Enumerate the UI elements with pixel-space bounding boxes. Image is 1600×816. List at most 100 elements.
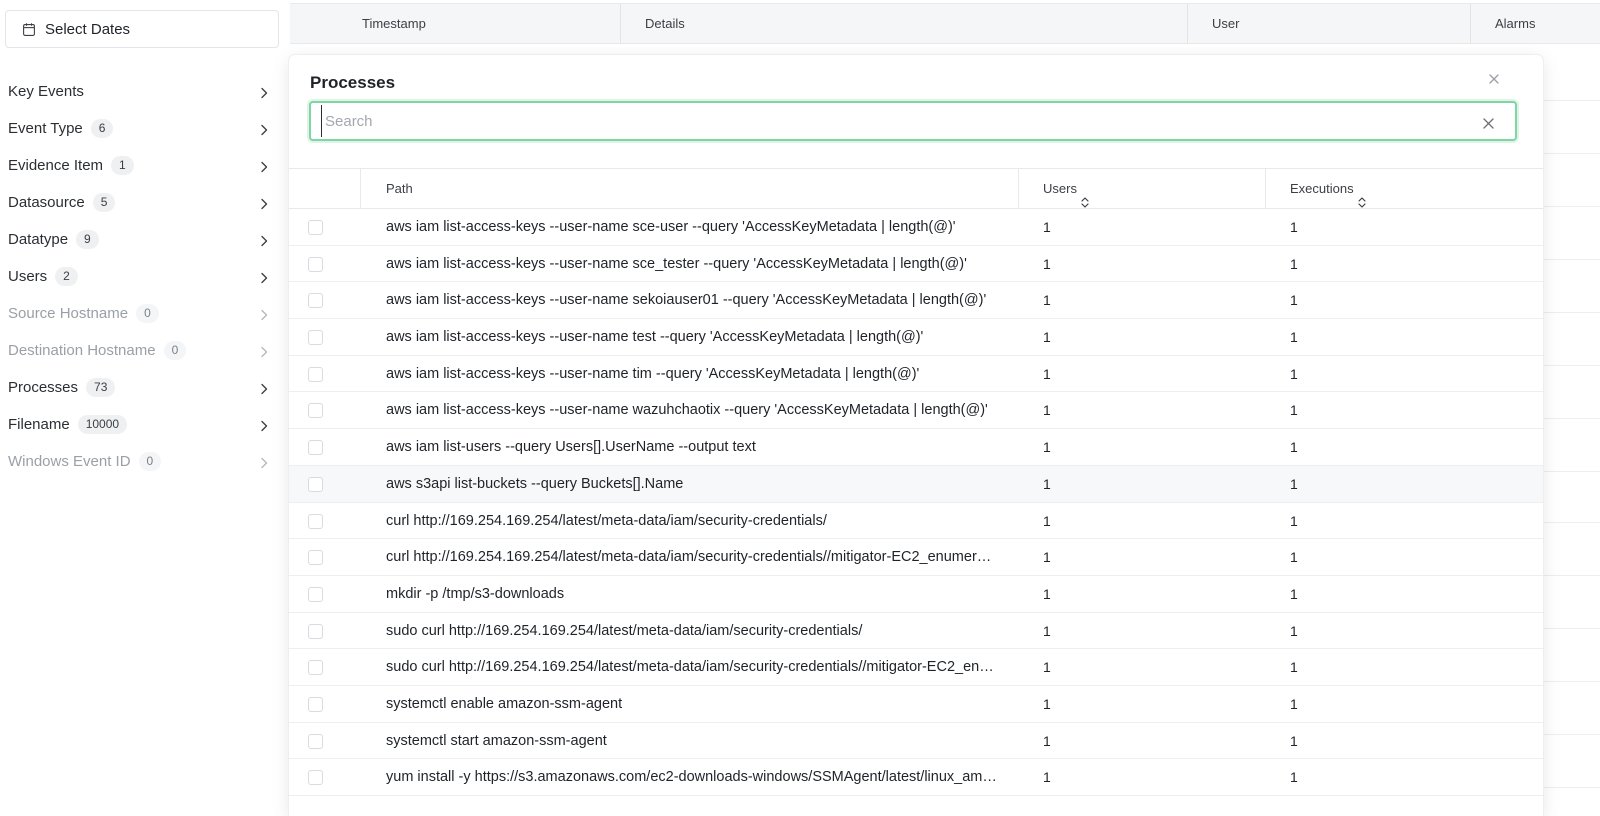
row-checkbox[interactable] [308, 513, 323, 529]
process-users: 1 [1043, 292, 1051, 309]
table-row[interactable]: curl http://169.254.169.254/latest/meta-… [289, 503, 1543, 540]
process-executions: 1 [1290, 769, 1298, 786]
table-row[interactable]: aws iam list-access-keys --user-name sce… [289, 246, 1543, 283]
process-users: 1 [1043, 732, 1051, 749]
column-divider [1187, 4, 1188, 43]
table-row[interactable]: sudo curl http://169.254.169.254/latest/… [289, 613, 1543, 650]
row-checkbox[interactable] [308, 256, 323, 272]
filter-users[interactable]: Users 2 [0, 258, 290, 295]
row-checkbox[interactable] [308, 440, 323, 456]
close-icon[interactable] [1488, 72, 1500, 84]
filter-count-badge: 9 [76, 230, 99, 249]
column-divider [1265, 169, 1266, 209]
table-row[interactable]: aws iam list-access-keys --user-name tim… [289, 356, 1543, 393]
modal-title: Processes [310, 73, 396, 92]
row-checkbox[interactable] [308, 586, 323, 602]
column-alarms[interactable]: Alarms [1495, 4, 1535, 43]
chevron-right-icon [260, 234, 268, 247]
column-executions-sort[interactable]: Executions [1290, 169, 1366, 209]
filter-count-badge: 0 [136, 304, 159, 323]
filter-windows-event-id[interactable]: Windows Event ID 0 [0, 443, 290, 480]
clear-search-icon[interactable] [1483, 116, 1494, 129]
process-path: curl http://169.254.169.254/latest/meta-… [386, 549, 998, 566]
process-executions: 1 [1290, 695, 1298, 712]
process-executions: 1 [1290, 439, 1298, 456]
column-details[interactable]: Details [645, 4, 685, 43]
process-executions: 1 [1290, 622, 1298, 639]
filter-list: Key Events Event Type 6 Evidence Item 1 Datas… [0, 73, 290, 480]
table-row[interactable]: aws iam list-users --query Users[].UserN… [289, 429, 1543, 466]
row-checkbox[interactable] [308, 476, 323, 492]
process-executions: 1 [1290, 659, 1298, 676]
filter-label: Source Hostname [8, 305, 129, 322]
table-row[interactable]: systemctl enable amazon-ssm-agent 1 1 [289, 686, 1543, 723]
process-users: 1 [1043, 512, 1051, 529]
table-row[interactable]: aws iam list-access-keys --user-name waz… [289, 392, 1543, 430]
column-users-label: Users [1043, 181, 1077, 196]
row-checkbox[interactable] [308, 293, 323, 309]
column-path[interactable]: Path [386, 169, 413, 209]
filter-count-badge: 0 [138, 452, 162, 471]
row-checkbox[interactable] [308, 623, 323, 639]
column-divider [360, 169, 361, 209]
row-checkbox[interactable] [308, 733, 323, 749]
row-checkbox[interactable] [308, 330, 323, 346]
filter-count-badge: 10000 [77, 415, 128, 434]
select-dates-label: Select Dates [45, 20, 131, 38]
filter-label: Evidence Item [8, 157, 104, 174]
table-row[interactable]: yum install -y https://s3.amazonaws.com/… [289, 759, 1543, 796]
row-checkbox[interactable] [308, 403, 323, 419]
select-dates-button[interactable]: Select Dates [5, 10, 279, 48]
filter-label: Key Events [8, 83, 84, 100]
table-row[interactable]: systemctl start amazon-ssm-agent 1 1 [289, 723, 1543, 760]
filter-event-type[interactable]: Event Type 6 [0, 110, 290, 147]
table-row[interactable]: aws iam list-access-keys --user-name sek… [289, 282, 1543, 320]
process-executions: 1 [1290, 512, 1298, 529]
process-path: aws iam list-access-keys --user-name tim… [386, 365, 920, 382]
filter-processes[interactable]: Processes 73 [0, 369, 290, 406]
process-path: aws iam list-access-keys --user-name waz… [386, 402, 988, 419]
row-checkbox[interactable] [308, 660, 323, 676]
table-row[interactable]: curl http://169.254.169.254/latest/meta-… [289, 539, 1543, 576]
table-row[interactable]: mkdir -p /tmp/s3-downloads 1 1 [289, 576, 1543, 613]
process-executions: 1 [1290, 585, 1298, 602]
table-row[interactable]: sudo curl http://169.254.169.254/latest/… [289, 649, 1543, 686]
process-path: curl http://169.254.169.254/latest/meta-… [386, 512, 827, 529]
process-users: 1 [1043, 475, 1051, 492]
table-row[interactable]: aws s3api list-buckets --query Buckets[]… [289, 465, 1543, 503]
filter-datatype[interactable]: Datatype 9 [0, 221, 290, 258]
search-input[interactable] [321, 105, 1471, 137]
process-path: systemctl enable amazon-ssm-agent [386, 695, 623, 712]
filter-label: Destination Hostname [8, 342, 156, 359]
process-executions: 1 [1290, 329, 1298, 346]
filter-count-badge: 2 [55, 267, 78, 286]
process-path: systemctl start amazon-ssm-agent [386, 732, 607, 749]
table-row[interactable]: aws iam list-access-keys --user-name sce… [289, 209, 1543, 246]
filter-destination-hostname[interactable]: Destination Hostname 0 [0, 332, 290, 369]
filter-count-badge: 6 [90, 119, 114, 138]
process-path: aws iam list-access-keys --user-name tes… [386, 329, 924, 346]
row-checkbox[interactable] [308, 770, 323, 786]
column-timestamp[interactable]: Timestamp [362, 4, 426, 43]
process-executions: 1 [1290, 292, 1298, 309]
table-row[interactable]: aws iam list-access-keys --user-name tes… [289, 319, 1543, 356]
chevron-right-icon [260, 86, 268, 99]
process-executions: 1 [1290, 255, 1298, 272]
row-checkbox[interactable] [308, 220, 323, 235]
row-checkbox[interactable] [308, 550, 323, 566]
filter-key-events[interactable]: Key Events [0, 73, 290, 110]
row-checkbox[interactable] [308, 696, 323, 712]
chevron-right-icon [260, 123, 268, 136]
filter-count-badge: 1 [111, 156, 134, 175]
filter-count-badge: 73 [86, 378, 116, 397]
process-users: 1 [1043, 402, 1051, 419]
filter-source-hostname[interactable]: Source Hostname 0 [0, 295, 290, 332]
process-path: yum install -y https://s3.amazonaws.com/… [386, 769, 998, 786]
filter-filename[interactable]: Filename 10000 [0, 406, 290, 443]
filter-evidence-item[interactable]: Evidence Item 1 [0, 147, 290, 184]
column-users-sort[interactable]: Users [1043, 169, 1089, 209]
column-user[interactable]: User [1212, 4, 1239, 43]
processes-table-header: Path Users Executions [289, 168, 1543, 209]
filter-datasource[interactable]: Datasource 5 [0, 184, 290, 221]
row-checkbox[interactable] [308, 366, 323, 382]
